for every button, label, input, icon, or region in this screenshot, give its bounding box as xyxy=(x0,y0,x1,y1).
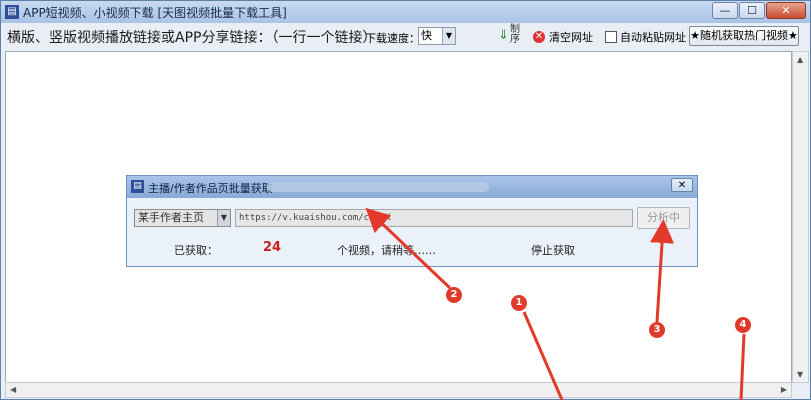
progress-text: 个视频，请稍等…… xyxy=(337,244,436,257)
blurred-region xyxy=(267,182,489,192)
source-type-select[interactable]: 某手作者主页 ▼ xyxy=(134,209,231,227)
stop-fetch-button[interactable]: 停止获取 xyxy=(531,242,575,258)
title-bar: ▤ APP短视频、小视频下载 [天图视频批量下载工具] — ☐ ✕ xyxy=(1,1,810,23)
window-title: APP短视频、小视频下载 [天图视频批量下载工具] xyxy=(23,6,287,20)
vertical-scrollbar[interactable]: ▲ ▼ xyxy=(792,51,809,383)
fetched-label: 已获取： xyxy=(174,244,218,257)
main-window: ▤ APP短视频、小视频下载 [天图视频批量下载工具] — ☐ ✕ 横版、竖版视… xyxy=(0,0,811,400)
clear-icon: ✕ xyxy=(533,31,545,43)
scroll-left-icon[interactable]: ◀ xyxy=(10,385,16,394)
download-vertical-label[interactable]: 制序 xyxy=(510,25,520,45)
clear-urls-label: 清空网址 xyxy=(549,31,593,44)
annotation-badge-4: 4 xyxy=(735,317,751,333)
dialog-title: 主播/作者作品页批量获取 xyxy=(148,182,273,195)
dialog-title-bar: ▤ 主播/作者作品页批量获取 ✕ xyxy=(127,176,697,198)
close-button[interactable]: ✕ xyxy=(766,2,806,19)
clear-urls-button[interactable]: ✕ 清空网址 xyxy=(533,29,593,45)
film-icon: ▤ xyxy=(5,5,19,19)
annotation-badge-1: 1 xyxy=(511,295,527,311)
auto-paste-checkbox[interactable]: 自动粘贴网址 xyxy=(605,29,686,45)
scroll-right-icon[interactable]: ▶ xyxy=(781,385,787,394)
scroll-down-icon[interactable]: ▼ xyxy=(797,370,803,379)
film-icon: ▤ xyxy=(131,180,144,193)
source-type-value: 某手作者主页 xyxy=(138,211,204,224)
speed-select[interactable]: 快 ▼ xyxy=(418,27,456,45)
analyze-button[interactable]: 分析中 xyxy=(637,207,690,229)
author-url-input[interactable]: https://v.kuaishou.com/caRtK xyxy=(235,209,633,227)
speed-value: 快 xyxy=(421,29,432,42)
random-hot-video-button[interactable]: ★随机获取热门视频★ xyxy=(689,26,799,46)
maximize-button[interactable]: ☐ xyxy=(739,2,765,19)
link-instruction-label: 横版、竖版视频播放链接或APP分享链接：（一行一个链接） xyxy=(7,30,377,46)
annotation-badge-2: 2 xyxy=(446,287,462,303)
chevron-down-icon: ▼ xyxy=(442,28,455,44)
chevron-down-icon: ▼ xyxy=(217,210,230,226)
scroll-up-icon[interactable]: ▲ xyxy=(797,55,803,64)
auto-paste-label: 自动粘贴网址 xyxy=(620,31,686,44)
annotation-badge-3: 3 xyxy=(649,322,665,338)
speed-label: 下载速度： xyxy=(365,32,420,45)
fetched-count: 24 xyxy=(263,240,282,255)
dialog-close-button[interactable]: ✕ xyxy=(671,178,693,192)
minimize-button[interactable]: — xyxy=(712,2,738,19)
checkbox-box[interactable] xyxy=(605,31,617,43)
toolbar: 横版、竖版视频播放链接或APP分享链接：（一行一个链接） 下载速度： 快 ▼ ⇓… xyxy=(1,23,810,49)
horizontal-scrollbar[interactable]: ◀ ▶ xyxy=(5,382,792,398)
batch-fetch-dialog: ▤ 主播/作者作品页批量获取 ✕ 某手作者主页 ▼ https://v.kuai… xyxy=(126,175,698,267)
window-controls: — ☐ ✕ xyxy=(711,2,806,19)
